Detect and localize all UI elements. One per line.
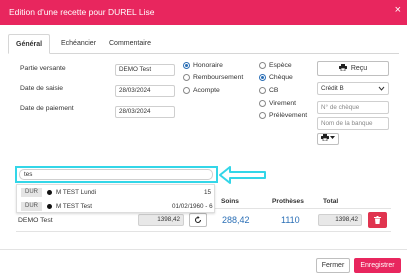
close-icon[interactable]: × [395,5,401,16]
radio-cb-label: CB [269,87,279,94]
radio-remboursement-label: Remboursement [193,74,244,81]
suggestion-name: M TEST Lundi [56,189,97,196]
printer-icon [321,134,329,142]
cheque-number-field[interactable]: N° de chèque [317,101,389,114]
row-patient-name: DEMO Test [18,217,53,224]
radio-espece-indicator[interactable] [259,62,266,69]
dialog-title: Edition d'une recette pour DUREL Lise [9,7,155,17]
partie-versante-label: Partie versante [20,65,66,72]
suggestion-tag: DUR [21,188,42,197]
status-dot-icon [47,204,52,209]
radio-acompte-indicator[interactable] [183,87,190,94]
print-dropdown-button[interactable] [317,133,339,145]
dialog-header: Edition d'une recette pour DUREL Lise × [0,0,407,25]
tab-general[interactable]: Général [8,34,51,54]
radio-cheque-label: Chèque [269,74,293,81]
row-amount: 1398,42 [138,214,184,226]
date-saisie-field[interactable]: 28/03/2024 [115,85,175,97]
suggestion-extra: 01/02/1960 - 6 [172,203,213,210]
row-protheses-value[interactable]: 1110 [281,215,300,225]
date-saisie-label: Date de saisie [20,85,64,92]
tab-echeancier[interactable]: Echéancier [54,34,103,54]
radio-honoraire-label: Honoraire [193,62,223,69]
suggestion-extra: 15 [204,189,212,196]
row-total: 1398,42 [318,214,362,226]
close-button[interactable]: Fermer [316,258,350,273]
row-soins-value[interactable]: 288,42 [222,215,250,225]
recu-label: Reçu [350,65,368,72]
suggestion-tag: DUR [21,202,42,211]
total-header: Total [323,198,339,205]
patient-search-input[interactable]: tes [19,169,213,180]
date-paiement-label: Date de paiement [20,105,74,112]
bank-select[interactable]: Crédit B [317,82,389,95]
radio-acompte-label: Acompte [193,87,220,94]
recette-dialog: Edition d'une recette pour DUREL Lise × … [0,0,407,280]
trash-icon [374,216,381,224]
tab-bar: Général Echéancier Commentaire [8,34,399,54]
suggestion-item[interactable]: DUR M TEST Lundi 15 [17,186,216,199]
recu-button[interactable]: Reçu [317,61,389,76]
refresh-button[interactable] [189,213,207,227]
suggestion-name: M TEST Test [56,203,93,210]
radio-remboursement-indicator[interactable] [183,74,190,81]
radio-prelevement-label: Prélèvement [269,112,308,119]
save-button[interactable]: Enregistrer [354,258,401,273]
bank-name-field[interactable]: Nom de la banque [317,117,389,130]
footer-divider [0,249,407,250]
radio-prelevement-indicator[interactable] [259,112,266,119]
delete-button[interactable] [368,212,387,228]
tab-commentaire[interactable]: Commentaire [102,34,158,54]
radio-honoraire-indicator[interactable] [183,62,190,69]
radio-cheque-indicator[interactable] [259,74,266,81]
partie-versante-field[interactable]: DEMO Test [115,64,175,76]
chevron-down-icon [378,86,385,91]
refresh-icon [194,216,202,224]
status-dot-icon [47,190,52,195]
radio-espece-label: Espèce [269,62,292,69]
bank-select-value: Crédit B [321,85,344,92]
radio-virement-label: Virement [269,100,297,107]
radio-cb-indicator[interactable] [259,87,266,94]
radio-virement-indicator[interactable] [259,100,266,107]
table-row-divider [16,231,391,232]
printer-icon [338,64,347,72]
search-highlight: tes [15,166,218,183]
protheses-header: Prothèses [272,198,304,205]
date-paiement-field[interactable]: 28/03/2024 [115,106,175,118]
highlight-arrow [219,166,266,184]
search-suggestions: DUR M TEST Lundi 15 DUR M TEST Test 01/0… [16,184,215,213]
caret-down-icon [330,136,335,139]
soins-header: Soins [221,198,239,205]
suggestion-item[interactable]: DUR M TEST Test 01/02/1960 - 6 [17,200,216,213]
